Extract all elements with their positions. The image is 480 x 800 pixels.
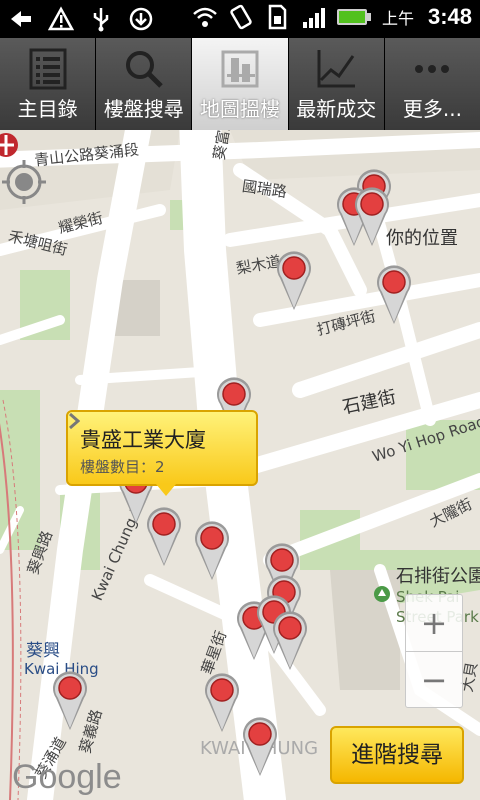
search-icon [125,51,163,88]
signal-icon [302,8,325,28]
property-callout[interactable]: 貴盛工業大廈 樓盤數目：2 [66,410,258,496]
tab-more[interactable]: 更多... [384,38,480,130]
zoom-out-button[interactable]: − [406,652,462,708]
mtr-icon [0,133,18,157]
mtr-station-label: 葵興 [26,641,60,661]
property-pin[interactable] [270,608,310,672]
status-ampm: 上午 [381,9,414,28]
rotate-icon [230,4,252,30]
tab-map-search[interactable]: 地圖搵樓 [192,38,289,130]
map-view[interactable]: 青山公路葵涌段 葵富路 國瑞路 耀榮街 禾塘咀街 梨木道 打磚坪街 石建街 Wo… [0,130,480,800]
tab-main-menu[interactable]: 主目錄 [0,38,97,130]
tab-property-search[interactable]: 樓盤搜尋 [96,38,193,130]
property-pin[interactable] [352,184,392,248]
zoom-in-button[interactable]: + [406,595,462,652]
property-pin[interactable] [374,262,414,326]
property-pin[interactable] [240,714,280,778]
chevron-right-icon [69,412,80,430]
property-pin[interactable] [50,668,90,732]
back-icon [11,11,31,27]
list-icon [29,48,67,90]
tab-label: 主目錄 [17,97,78,121]
status-bar: 上午 3:48 [0,0,480,38]
usb-icon [93,8,109,32]
property-pin[interactable] [192,518,232,582]
tab-latest-deals[interactable]: 最新成交 [288,38,385,130]
download-icon [129,7,153,31]
battery-icon [336,9,371,25]
zoom-controls: + − [405,594,463,708]
google-logo: Google [12,758,122,796]
property-pin[interactable] [274,248,314,312]
sim-icon [268,4,287,30]
warning-icon [48,6,74,31]
tab-label: 地圖搵樓 [200,97,280,121]
line-chart-icon [317,50,356,88]
tab-label: 最新成交 [296,97,377,121]
park-label: 石排街公園 [396,566,480,587]
more-icon [415,65,450,73]
park-icon [374,586,390,602]
my-location-button[interactable] [0,158,48,206]
your-location-label: 你的位置 [386,228,458,249]
tab-bar: 主目錄 樓盤搜尋 地圖搵樓 最新成交 更多... [0,38,480,130]
status-time: 3:48 [427,4,472,29]
map-building-icon [221,50,259,88]
callout-title: 貴盛工業大廈 [80,428,206,452]
callout-subtitle: 樓盤數目：2 [80,458,165,476]
wifi-icon [193,7,217,27]
property-pin[interactable] [202,670,242,734]
tab-label: 更多... [402,97,462,121]
property-pin[interactable] [144,504,184,568]
advanced-search-button[interactable]: 進階搜尋 [330,726,464,784]
tab-label: 樓盤搜尋 [103,97,184,121]
